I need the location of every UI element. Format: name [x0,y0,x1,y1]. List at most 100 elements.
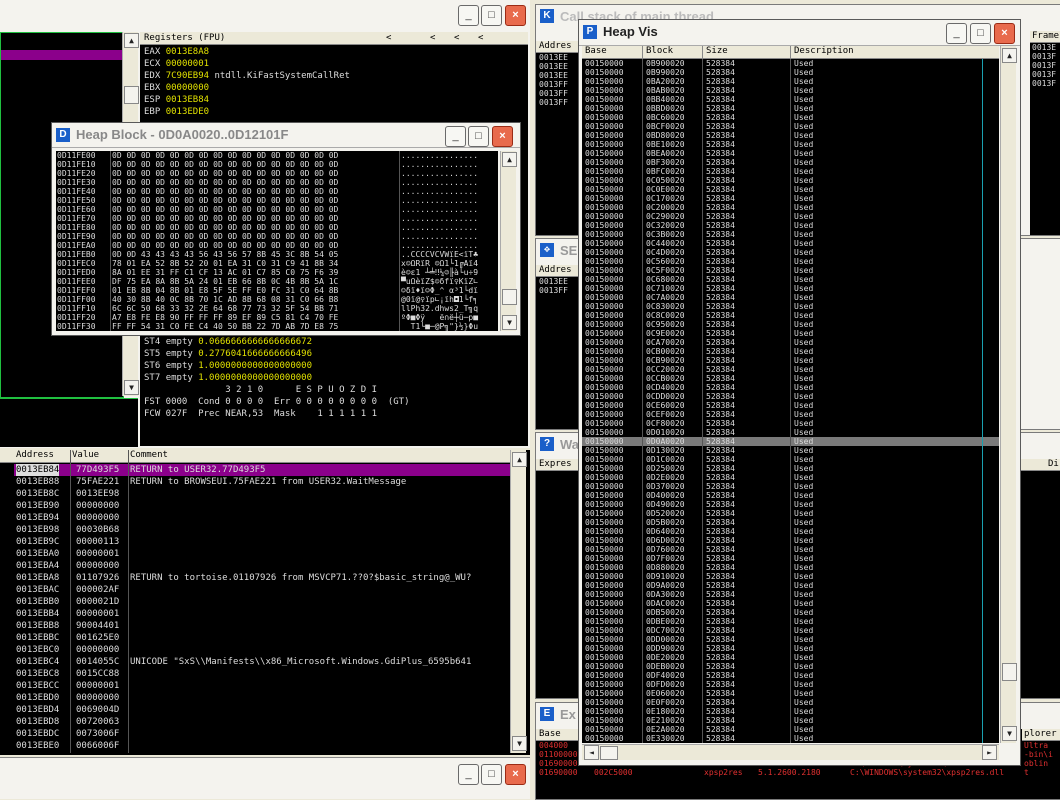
nav-left-icon[interactable]: < [430,32,435,44]
table-row[interactable]: 0013EBD8 00720063 [14,716,510,728]
stack-rows[interactable]: 0013EB84 77D493F5 RETURN to USER32.77D493F… [14,464,510,752]
hex-row[interactable]: 0D11FF10 6C 6C 50 68 33 32 2E 64 68 77 73… [56,304,498,313]
heap-vis-titlebar[interactable]: P Heap Vis _ □ × [579,20,1020,46]
table-row[interactable]: 0013EBD4 0069004D [14,704,510,716]
hex-row[interactable]: 0D11FE20 0D 0D 0D 0D 0D 0D 0D 0D 0D 0D 0D… [56,169,498,178]
register-row[interactable]: EBP 0013EDE0 [144,106,524,118]
scroll-up-icon[interactable]: ▲ [502,152,517,167]
hex-row[interactable]: 0D11FEB0 0D 0D 43 43 43 43 56 43 56 57 8B… [56,250,498,259]
register-row[interactable]: ESP 0013EB84 [144,94,524,106]
table-row[interactable]: 0013EBB0 0000021D [14,596,510,608]
minimize-button[interactable]: _ [458,5,479,26]
watch-col-expression[interactable]: Expres [536,459,584,471]
watch-right-list[interactable]: Di [1020,459,1060,698]
heap-vis-hscroll[interactable]: ◄ ► [582,744,999,760]
register-value[interactable]: 00000001 [166,59,209,69]
seh-row[interactable]: 0013FF [536,286,584,295]
scroll-up-icon[interactable]: ▲ [124,33,139,48]
table-row[interactable]: 0013EBB4 00000001 [14,608,510,620]
table-row[interactable]: 0013EBE0 0066006F [14,740,510,752]
scroll-thumb[interactable] [124,86,139,104]
maximize-button[interactable]: □ [970,23,991,44]
callstack-row[interactable]: 0013EE [536,53,584,62]
callstack-frame-row[interactable]: 0013F [1030,52,1060,61]
table-row[interactable]: 0013EBC0 00000000 [14,644,510,656]
table-row[interactable]: 0013EBC4 0014055C UNICODE "SxS\\Manifests\… [14,656,510,668]
hex-row[interactable]: 0D11FE90 0D 0D 0D 0D 0D 0D 0D 0D 0D 0D 0D… [56,232,498,241]
heap-block-titlebar[interactable]: D Heap Block - 0D0A0020..0D12101F _ □ × [52,123,520,148]
table-row[interactable]: 0013EBD0 00000000 [14,692,510,704]
table-row[interactable]: 0013EBA4 00000000 [14,560,510,572]
watch-list[interactable]: Expres [536,459,584,698]
scroll-left-icon[interactable]: ◄ [584,745,599,760]
table-row[interactable]: 0013EB84 77D493F5 RETURN to USER32.77D493F… [14,464,510,476]
scroll-up-icon[interactable]: ▲ [1002,48,1017,63]
hscroll-thumb[interactable] [600,746,618,760]
nav-left-icon[interactable]: < [478,32,483,44]
close-button[interactable]: × [505,764,526,785]
minimize-button[interactable]: _ [445,126,466,147]
register-value[interactable]: 0013EB84 [166,95,209,105]
heap-vis-vscroll[interactable]: ▲ ▼ [1000,46,1017,743]
minimize-button[interactable]: _ [946,23,967,44]
callstack-row[interactable]: 0013EE [536,71,584,80]
hex-row[interactable]: 0D11FED0 8A 01 EE 31 FF C1 CF 13 AC 01 C7… [56,268,498,277]
callstack-frame-list[interactable]: Frame 0013E 0013F 0013F 0013F 0013F [1030,31,1060,235]
callstack-row[interactable]: 0013FF [536,80,584,89]
executables-col-base[interactable]: Base [536,729,579,741]
hex-scrollbar[interactable]: ▲ ▼ [500,151,517,331]
scroll-up-icon[interactable]: ▲ [512,452,527,467]
hex-row[interactable]: 0D11FE40 0D 0D 0D 0D 0D 0D 0D 0D 0D 0D 0D… [56,187,498,196]
register-row[interactable]: ECX 00000001 [144,58,524,70]
hex-row[interactable]: 0D11FE60 0D 0D 0D 0D 0D 0D 0D 0D 0D 0D 0D… [56,205,498,214]
scroll-down-icon[interactable]: ▼ [502,315,517,330]
hex-row[interactable]: 0D11FE50 0D 0D 0D 0D 0D 0D 0D 0D 0D 0D 0D… [56,196,498,205]
fpu-row[interactable]: ST7 empty 1.0000000000000000000 [144,372,524,384]
maximize-button[interactable]: □ [468,126,489,147]
watch-col-data[interactable]: Di [1020,459,1060,471]
callstack-frame-row[interactable]: 0013E [1030,43,1060,52]
heap-col-block[interactable]: Block [646,46,673,57]
disasm-selected-line[interactable] [1,50,123,60]
hex-row[interactable]: 0D11FE00 0D 0D 0D 0D 0D 0D 0D 0D 0D 0D 0D… [56,151,498,160]
heap-vis-list[interactable]: 00150000 0B900020 528384 Used 00150000 0B9900… [582,59,999,743]
table-row[interactable]: 01690000 002C5000 xpsp2res 5.1.2600.2180 C:\… [536,768,1060,777]
heap-col-base[interactable]: Base [585,46,607,57]
hex-dump[interactable]: 0D11FE00 0D 0D 0D 0D 0D 0D 0D 0D 0D 0D 0D… [56,151,498,331]
table-row[interactable]: 0013EB94 00000000 [14,512,510,524]
hex-row[interactable]: 0D11FE80 0D 0D 0D 0D 0D 0D 0D 0D 0D 0D 0D… [56,223,498,232]
register-row[interactable]: EAX 0013E8A8 [144,46,524,58]
table-row[interactable]: 0013EBC8 0015CC88 [14,668,510,680]
hex-row[interactable]: 0D11FEF0 01 EB 8B 04 8B 01 E8 5F 5E FF E0… [56,286,498,295]
maximize-button[interactable]: □ [481,5,502,26]
stack-col-address[interactable]: Address [16,450,54,461]
hex-row[interactable]: 0D11FEE0 DF 75 EA 8A 8B 5A 24 01 EB 66 8B… [56,277,498,286]
seh-list[interactable]: Addres 0013EE 0013FF [536,265,584,429]
register-value[interactable]: 0013E8A8 [166,47,209,57]
table-row[interactable]: 0013EB90 00000000 [14,500,510,512]
seh-row[interactable]: 0013EE [536,277,584,286]
hex-row[interactable]: 0D11FF30 FF FF 54 31 C0 FE C4 40 50 BB 22… [56,322,498,331]
stack-scrollbar[interactable]: ▲ ▼ [510,450,527,753]
register-value[interactable]: 7C90EB94 [166,71,209,81]
callstack-frame-row[interactable]: 0013F [1030,70,1060,79]
fpu-value[interactable]: 0.0666666666666666672 [198,337,312,347]
hex-row[interactable]: 0D11FEA0 0D 0D 0D 0D 0D 0D 0D 0D 0D 0D 0D… [56,241,498,250]
callstack-frame-row[interactable]: 0013F [1030,61,1060,70]
hex-row[interactable]: 0D11FE30 0D 0D 0D 0D 0D 0D 0D 0D 0D 0D 0D… [56,178,498,187]
callstack-row[interactable]: 0013EE [536,62,584,71]
register-row[interactable]: EBX 00000000 [144,82,524,94]
nav-left-icon[interactable]: < [386,32,391,44]
fpu-value[interactable]: 1.0000000000000000000 [198,373,312,383]
scroll-thumb[interactable] [1002,663,1017,681]
seh-col-address[interactable]: Addres [536,265,584,277]
table-row[interactable]: 0013EB98 00030B68 [14,524,510,536]
scroll-down-icon[interactable]: ▼ [512,736,527,751]
stack-col-value[interactable]: Value [72,450,99,461]
callstack-list[interactable]: Addres 0013EE 0013EE 0013EE 0013FF 0013FF 001… [536,41,584,235]
stack-pane[interactable]: Address Value Comment 0013EB84 77D493F5 RE… [0,448,530,755]
fpu-value[interactable]: 0.2776041666666666496 [198,349,312,359]
table-row[interactable]: 0013EBDC 0073006F [14,728,510,740]
table-row[interactable]: 0013EBCC 00000001 [14,680,510,692]
register-value[interactable]: 00000000 [166,83,209,93]
